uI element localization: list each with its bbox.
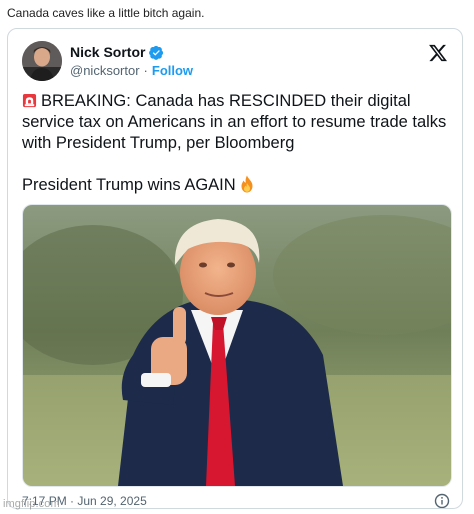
author-name[interactable]: Nick Sortor xyxy=(70,44,145,60)
tweet-media-photo[interactable] xyxy=(22,204,452,487)
tweet-footer: 7:17 PM · Jun 29, 2025 xyxy=(22,493,450,509)
embedded-tweet-card[interactable]: Nick Sortor @nicksortor · Follow BREAKIN… xyxy=(7,28,463,509)
follow-button[interactable]: Follow xyxy=(152,63,193,78)
tweet-paragraph-1: BREAKING: Canada has RESCINDED their dig… xyxy=(22,91,452,154)
tweet-paragraph-2: President Trump wins AGAIN xyxy=(22,175,452,196)
info-icon[interactable] xyxy=(434,493,450,509)
tweet-text: BREAKING: Canada has RESCINDED their dig… xyxy=(22,91,452,196)
verified-badge-icon xyxy=(149,45,164,60)
fire-icon xyxy=(241,175,253,193)
author-name-row: Nick Sortor xyxy=(70,43,164,61)
tweet-paragraph-1-text: BREAKING: Canada has RESCINDED their dig… xyxy=(22,92,447,152)
post-caption: Canada caves like a little bitch again. xyxy=(7,6,205,20)
police-car-light-icon xyxy=(22,93,37,108)
x-logo-icon[interactable] xyxy=(428,43,448,63)
watermark: imgflip.com xyxy=(3,498,60,510)
author-handle[interactable]: @nicksortor xyxy=(70,63,140,78)
tweet-paragraph-2-text: President Trump wins AGAIN xyxy=(22,176,236,194)
handle-row: @nicksortor · Follow xyxy=(70,63,193,78)
avatar[interactable] xyxy=(22,41,62,81)
separator-dot: · xyxy=(143,63,148,78)
